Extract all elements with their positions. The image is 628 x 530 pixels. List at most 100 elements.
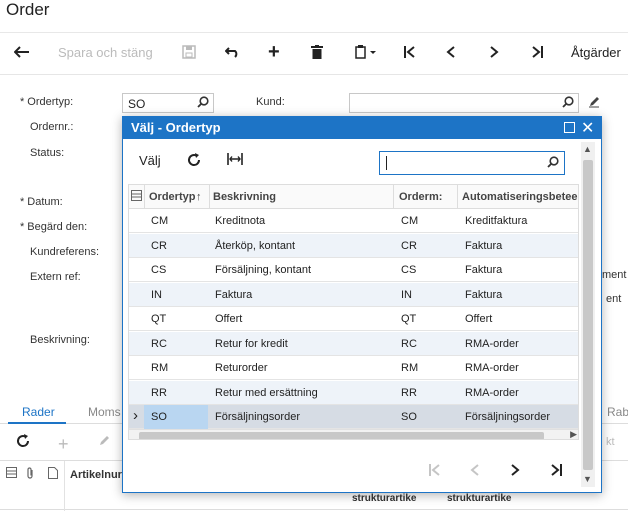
tab-rader[interactable]: Rader (22, 405, 55, 419)
table-cell-ordermall: CM (401, 215, 419, 227)
column-header-ordertyp[interactable]: Ordertyp (149, 191, 197, 203)
active-tab-indicator (8, 422, 66, 424)
table-cell-desc: Offert (215, 313, 243, 325)
table-row[interactable]: RM Returorder RM RMA-order (129, 356, 578, 380)
table-cell-auto: Offert (465, 313, 493, 325)
table-cell-desc: Returorder (215, 362, 268, 374)
table-cell-type: IN (151, 288, 162, 301)
table-cell-auto: Faktura (465, 288, 503, 301)
table-cell-ordermall: SO (401, 411, 417, 423)
dialog-search-input[interactable] (379, 151, 565, 175)
scroll-down-icon[interactable]: ▼ (583, 474, 592, 484)
refresh-icon[interactable] (187, 153, 201, 170)
status-label: Status: (30, 147, 65, 159)
select-button[interactable]: Välj (139, 153, 161, 168)
table-cell-ordermall: CS (401, 264, 417, 276)
scroll-up-icon[interactable]: ▲ (583, 144, 592, 154)
next-page-icon[interactable] (510, 463, 520, 480)
delete-icon[interactable] (311, 41, 323, 63)
kund-field[interactable] (349, 93, 579, 113)
table-row[interactable]: CS Försäljning, kontant CS Faktura (129, 258, 578, 282)
edit-pencil-icon[interactable] (588, 96, 600, 111)
column-header-ordermall[interactable]: Orderm: (399, 191, 443, 203)
table-row[interactable]: CM Kreditnota CM Kreditfaktura (129, 209, 578, 233)
last-page-icon[interactable] (550, 463, 562, 480)
table-cell-ordermall: RC (401, 337, 417, 350)
first-record-icon[interactable] (404, 41, 416, 63)
artikelnr-column-header[interactable]: Artikelnur (70, 469, 122, 481)
close-icon[interactable]: ✕ (581, 118, 594, 138)
main-toolbar: Spara och stäng + Åtgärder (0, 32, 628, 70)
table-cell-auto: Faktura (465, 264, 503, 276)
add-icon[interactable]: + (268, 41, 280, 63)
table-cell-desc: Kreditnota (215, 215, 266, 227)
table-row[interactable]: RC Retur for kredit RC RMA-order (129, 331, 578, 356)
note-icon (48, 467, 58, 482)
dialog-header: Välj - Ordertyp ✕ (123, 117, 601, 139)
scrollbar-thumb[interactable] (139, 432, 544, 439)
table-row[interactable]: QT Offert QT Offert (129, 307, 578, 331)
column-header[interactable]: strukturartike (447, 493, 511, 504)
last-record-icon[interactable] (531, 41, 543, 63)
fit-columns-icon[interactable] (227, 153, 243, 168)
table-row[interactable]: IN Faktura IN Faktura (129, 282, 578, 307)
datum-label: * Datum: (20, 196, 63, 208)
tab-rab[interactable]: Rab (607, 405, 628, 419)
kund-label: Kund: (256, 96, 285, 108)
save-close-button[interactable]: Spara och stäng (58, 41, 153, 63)
grid-settings-icon[interactable] (131, 190, 142, 204)
table-cell-ordermall: RM (401, 362, 419, 374)
grid-settings-icon[interactable] (6, 467, 17, 481)
table-cell-auto: Kreditfaktura (465, 215, 528, 227)
table-row[interactable]: RR Retur med ersättning RR RMA-order (129, 380, 578, 405)
copy-paste-icon[interactable] (355, 41, 377, 63)
table-cell-type: SO (151, 411, 167, 423)
table-cell-desc: Retur med ersättning (215, 386, 318, 399)
select-ordertyp-dialog: Välj - Ordertyp ✕ Välj Ordertyp ↑ Beskri… (122, 116, 602, 493)
refresh-icon[interactable] (16, 434, 30, 452)
lookup-grid-header: Ordertyp ↑ Beskrivning Orderm: Automatis… (129, 185, 578, 209)
ordertyp-label: * Ordertyp: (20, 96, 74, 108)
table-cell-auto: RMA-order (465, 362, 519, 374)
undo-icon[interactable] (225, 41, 241, 63)
tab-moms[interactable]: Moms (88, 405, 121, 419)
back-arrow-icon[interactable] (14, 41, 30, 63)
partial-label: kt (606, 436, 615, 448)
horizontal-scrollbar[interactable]: ▶ (129, 429, 578, 439)
table-cell-ordermall: IN (401, 288, 412, 301)
table-row[interactable]: › SO Försäljningsorder SO Försäljningsorder (129, 405, 578, 429)
table-cell-desc: Återköp, kontant (215, 239, 296, 252)
first-page-icon[interactable] (429, 463, 441, 480)
attachment-icon (26, 467, 35, 482)
ordernr-label: Ordernr.: (30, 121, 74, 133)
beskrivning-label: Beskrivning: (30, 334, 90, 346)
search-icon[interactable] (562, 96, 574, 111)
previous-record-icon[interactable] (446, 41, 456, 63)
save-icon[interactable] (182, 41, 196, 63)
column-header-beskrivning[interactable]: Beskrivning (213, 191, 388, 203)
add-row-icon[interactable]: + (58, 434, 69, 455)
vertical-scrollbar[interactable]: ▲ ▼ (581, 142, 595, 487)
scrollbar-thumb[interactable] (583, 160, 593, 470)
maximize-icon[interactable] (564, 122, 575, 133)
partial-label: ent (606, 293, 622, 305)
table-cell-type: CS (151, 264, 167, 276)
edit-row-icon[interactable] (98, 434, 110, 451)
table-cell-desc: Försäljning, kontant (215, 264, 311, 276)
table-cell-desc: Retur for kredit (215, 337, 288, 350)
ordertyp-lookup-grid: Ordertyp ↑ Beskrivning Orderm: Automatis… (128, 184, 579, 440)
next-record-icon[interactable] (489, 41, 499, 63)
page-title: Order (6, 0, 50, 19)
search-icon[interactable] (197, 96, 209, 111)
ordertyp-field[interactable]: SO (122, 93, 214, 113)
table-row[interactable]: CR Återköp, kontant CR Faktura (129, 233, 578, 258)
column-header[interactable]: strukturartike (352, 493, 416, 504)
previous-page-icon[interactable] (470, 463, 480, 480)
actions-menu[interactable]: Åtgärder (571, 41, 621, 63)
table-cell-type: CM (151, 215, 169, 227)
kundref-label: Kundreferens: (30, 246, 100, 258)
column-header-automatisering[interactable]: Automatiseringsbeteende (462, 191, 578, 203)
search-icon[interactable] (547, 156, 559, 171)
sort-asc-icon: ↑ (196, 191, 202, 203)
scroll-right-icon[interactable]: ▶ (570, 429, 577, 439)
